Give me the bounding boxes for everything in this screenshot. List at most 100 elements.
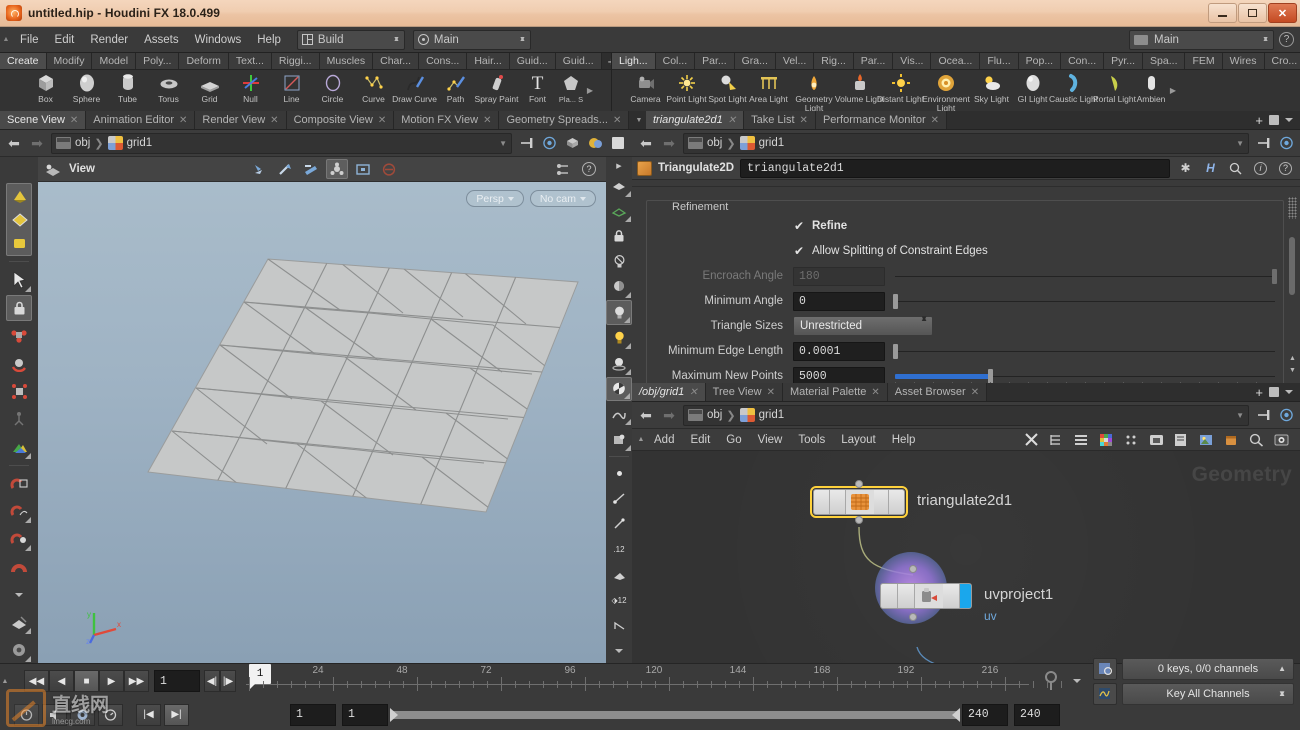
viewport-options-icon[interactable] [6,637,32,663]
select-mode-group-icon[interactable] [6,183,32,257]
close-icon[interactable]: ✕ [483,115,491,126]
headlight-icon[interactable] [606,275,632,299]
chevron-down-icon[interactable] [1285,118,1293,122]
encroach-angle-slider[interactable] [889,267,1277,286]
viewport-zoom-icon[interactable] [300,159,322,179]
tab-motion-fx-view[interactable]: Motion FX View ✕ [394,111,500,129]
tab-parameters[interactable]: triangulate2d1 ✕ [646,111,745,129]
netmenu-help[interactable]: Help [884,429,924,451]
help-icon[interactable]: ? [1276,159,1295,178]
breadcrumb-node[interactable]: grid1 [127,137,153,149]
prim-display-icon[interactable] [606,562,632,586]
nav-back-icon[interactable]: ⬅ [5,134,23,152]
shelf-tool-area-light[interactable]: Area Light [749,70,788,104]
minimum-angle-input[interactable]: 0 [793,291,885,311]
minimize-button[interactable] [1208,3,1237,23]
triangle-sizes-dropdown[interactable]: Unrestricted ▲ ▼ [793,315,933,336]
viewport[interactable]: View ? Persp No cam x y z [38,157,606,663]
shelf-tab-guide1[interactable]: Guid... [509,53,556,69]
snapshot-icon[interactable] [1148,432,1164,448]
menu-help[interactable]: Help [249,27,289,53]
desktop-selector[interactable]: Main ▲ ▼ [1129,29,1274,50]
viewport-disable-icon[interactable] [378,159,400,179]
netmenu-edit[interactable]: Edit [682,429,718,451]
scroll-down-icon[interactable]: ▼ [1288,366,1297,375]
chevron-down-icon[interactable]: ▼ [1236,139,1244,148]
shelf-tab-crowds[interactable]: Cro... [1264,53,1300,69]
minimum-edge-length-slider[interactable] [889,342,1277,361]
menu-assets[interactable]: Assets [136,27,187,53]
viewport-pan-icon[interactable] [248,159,270,179]
play-reverse-button[interactable]: ◀ [49,670,74,692]
nav-forward-icon[interactable]: ➡ [28,134,46,152]
camera-chip[interactable]: No cam [529,190,596,207]
viewport-rotate-icon[interactable] [274,159,296,179]
notes-icon[interactable] [1173,432,1189,448]
range-end-playback-input[interactable]: 240 [962,703,1008,726]
close-icon[interactable]: ✕ [800,115,808,126]
tab-performance-monitor[interactable]: Performance Monitor ✕ [815,111,948,129]
shelf-tab-rigging[interactable]: Riggi... [271,53,320,69]
shelf-tool-point-light[interactable]: Point Light [666,70,707,104]
node-body[interactable] [880,583,972,609]
range-start-playback-input[interactable]: 1 [342,703,388,726]
point-normal-icon[interactable] [606,486,632,510]
ambient-occlusion-icon[interactable] [606,351,632,375]
shelf-tool-draw-curve[interactable]: Draw Curve [392,70,437,104]
shade-flat-icon[interactable] [606,173,632,197]
allow-splitting-checkbox[interactable]: ✔ [793,244,805,258]
shelf-tool-environment-light[interactable]: Environment Light [922,70,970,111]
more-display-options-icon[interactable] [606,639,632,663]
slider-handle[interactable] [893,293,898,309]
shelf-tab-pyro[interactable]: Pyr... [1104,53,1144,69]
menu-render[interactable]: Render [82,27,136,53]
scrollbar-thumb[interactable] [1289,237,1295,295]
view-menu-icon[interactable] [44,162,62,177]
playback-range-slider[interactable] [390,707,960,722]
texture-display-icon[interactable] [606,427,632,451]
close-icon[interactable]: ✕ [971,387,979,398]
shelf-tab-guide2[interactable]: Guid... [555,53,602,69]
key-mode-dropdown[interactable]: Key All Channels ▲ ▼ [1122,682,1294,705]
select-tool-icon[interactable] [6,267,32,293]
shelf-tab-wires[interactable]: Wires [1222,53,1265,69]
menu-windows[interactable]: Windows [187,27,250,53]
close-icon[interactable]: ✕ [728,115,736,126]
search-icon[interactable] [1248,432,1264,448]
maximize-pane-icon[interactable] [1269,115,1279,125]
shelf-tool-circle[interactable]: Circle [313,70,352,104]
pose-tool-icon[interactable] [6,406,32,432]
netmenu-layout[interactable]: Layout [833,429,884,451]
range-start-lock-button[interactable]: |◀ [136,703,161,726]
preview-icon[interactable] [1273,432,1289,448]
breadcrumb-obj[interactable]: obj [75,137,90,149]
vertex-normal-icon[interactable] [606,512,632,536]
display-objects-icon[interactable] [586,134,604,152]
timeline-key-icon[interactable] [1033,664,1069,698]
scroll-up-icon[interactable]: ▲ [1288,354,1297,363]
build-selector[interactable]: Build ▲ ▼ [296,29,405,50]
handle-lock-icon[interactable] [6,295,32,321]
step-back-button[interactable]: ◀| [204,670,220,692]
snap-frame-button[interactable] [98,703,123,726]
shelf-tool-spot-light[interactable]: Spot Light [708,70,747,104]
node-input-port[interactable] [855,480,863,488]
shelf-tab-rigidbodies[interactable]: Rig... [814,53,854,69]
shelf-tool-font[interactable]: T Font [518,70,557,104]
pin-icon[interactable] [517,134,535,152]
key-channels-icon[interactable] [1093,682,1117,705]
current-frame-input[interactable]: 1 [154,670,200,692]
snap-point-icon[interactable] [6,526,32,552]
curve-display-icon[interactable] [606,613,632,637]
close-icon[interactable]: ✕ [689,387,697,398]
shelf-tab-oceans[interactable]: Ocea... [931,53,981,69]
shelf-tool-caustic-light[interactable]: Caustic Light [1049,70,1098,104]
shelf-tool-ambient-light[interactable]: Ambien [1136,70,1166,104]
menu-file[interactable]: File [12,27,47,53]
snap-primitive-icon[interactable] [6,498,32,524]
shelf-tab-populate[interactable]: Pop... [1018,53,1062,69]
shelf-tool-sky-light[interactable]: Sky Light [972,70,1011,104]
breadcrumb-obj[interactable]: obj [707,137,722,149]
move-tool-icon[interactable] [6,323,32,349]
shelf-tab-grains[interactable]: Gra... [734,53,776,69]
